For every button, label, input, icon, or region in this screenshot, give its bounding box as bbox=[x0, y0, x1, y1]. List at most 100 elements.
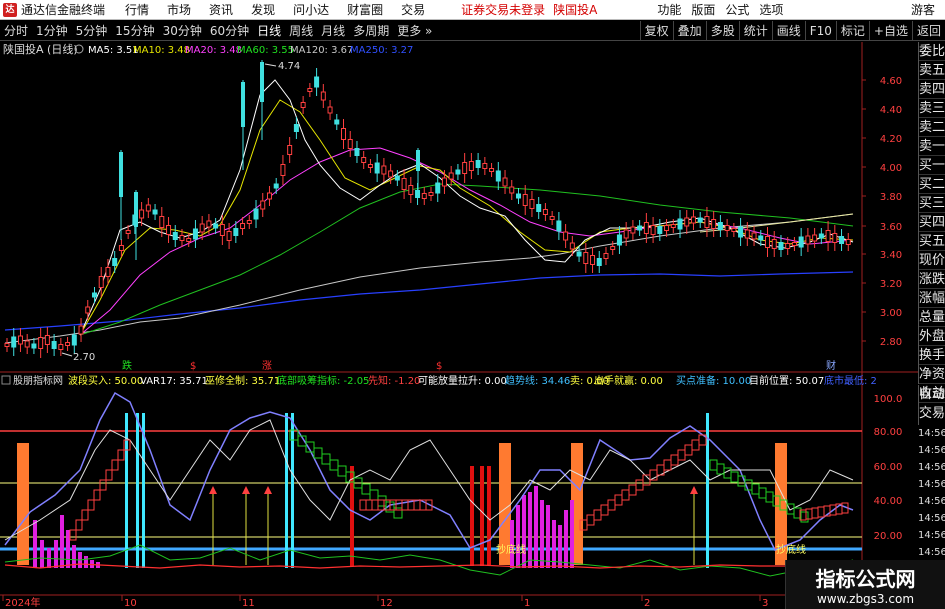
magenta-histogram-bar bbox=[570, 500, 574, 568]
candle-body bbox=[576, 251, 582, 257]
candle-body bbox=[51, 341, 57, 349]
candle-body bbox=[791, 242, 797, 246]
stair-step bbox=[758, 487, 767, 499]
stair-step bbox=[371, 499, 379, 511]
side-panel-item: 买五 bbox=[919, 234, 945, 251]
candle-body bbox=[186, 238, 192, 242]
magenta-histogram-bar bbox=[84, 556, 88, 568]
candle-body bbox=[637, 225, 643, 231]
stair-step bbox=[93, 489, 101, 501]
time-cell: 14:56 bbox=[918, 479, 945, 490]
indicator-legend-item: 趋势线: 34.46 bbox=[505, 374, 570, 387]
trade-label[interactable]: 交易 bbox=[919, 404, 945, 423]
candle-body bbox=[778, 242, 784, 250]
indicator-legend-item: 波段买入: 50.00 bbox=[68, 374, 143, 387]
red-signal-bar bbox=[480, 466, 484, 566]
candle-body bbox=[798, 236, 804, 248]
candle-body bbox=[805, 235, 811, 245]
candle-body bbox=[401, 178, 407, 190]
indicator-name[interactable]: 股朋指标网 bbox=[13, 374, 63, 387]
side-panel-item: 卖三 bbox=[919, 101, 945, 118]
side-panel-item: 买二 bbox=[919, 177, 945, 194]
stair-step bbox=[765, 491, 774, 503]
candle-body bbox=[408, 185, 414, 195]
side-panel-item: 涨跌 bbox=[919, 272, 945, 289]
candle-body bbox=[650, 225, 656, 235]
bottom-line-label-1: 抄底线 bbox=[496, 543, 526, 556]
candle-body bbox=[690, 216, 696, 224]
chart-canvas[interactable]: 陕国投A (日线) MA5: 3.51MA10: 3.48MA20: 3.48M… bbox=[0, 0, 918, 609]
indicator-legend: 波段买入: 50.00VAR17: 35.71巫修全制: 35.71底部吸筹指标… bbox=[68, 374, 877, 387]
red-signal-bar bbox=[350, 466, 354, 566]
y-tick-label: 4.40 bbox=[880, 105, 902, 116]
side-panel-item: 换手 bbox=[919, 348, 945, 365]
ma-legend-item: MA250: 3.27 bbox=[350, 45, 413, 56]
y-tick-label: 3.80 bbox=[880, 192, 902, 203]
candle-body bbox=[549, 216, 555, 220]
stair-step bbox=[365, 499, 373, 511]
candle-body bbox=[31, 343, 37, 349]
candle-body bbox=[643, 222, 649, 234]
indicator-legend-item: 巫修全制: 35.71 bbox=[205, 374, 280, 387]
side-panel-item: 买一 bbox=[919, 158, 945, 175]
ma-legend-item: MA60: 3.55 bbox=[237, 45, 294, 56]
stair-step bbox=[313, 447, 323, 459]
stair-step bbox=[628, 484, 637, 496]
stair-step bbox=[75, 519, 83, 531]
y-tick-label: 3.40 bbox=[880, 250, 902, 261]
y-tick-label: 3.20 bbox=[880, 279, 902, 290]
candle-body bbox=[441, 177, 447, 187]
time-cell: 14:56 bbox=[918, 445, 945, 456]
white-oscillator-line bbox=[4, 419, 854, 541]
magenta-histogram-bar bbox=[516, 505, 520, 568]
time-cell: 14:56 bbox=[918, 530, 945, 541]
candle-body bbox=[515, 193, 521, 199]
side-panel-item: 净资 bbox=[919, 367, 945, 384]
y-tick-label: 4.00 bbox=[880, 163, 902, 174]
magenta-histogram-bar bbox=[54, 540, 58, 568]
stair-step bbox=[614, 494, 623, 506]
side-panel-item: 买三 bbox=[919, 196, 945, 213]
candle-body bbox=[24, 340, 30, 348]
candle-body bbox=[751, 232, 757, 240]
cyan-signal-bar bbox=[136, 413, 139, 568]
indicator-legend-item: 目前位置: 50.07 bbox=[749, 374, 824, 387]
indicator-y-tick-label: 100.0 bbox=[874, 394, 903, 405]
auto-label[interactable]: 自动 bbox=[919, 385, 945, 404]
side-panel-item: 卖四 bbox=[919, 82, 945, 99]
stair-step bbox=[87, 499, 95, 511]
side-panel-item: 总量 bbox=[919, 310, 945, 327]
ma-legend-item: MA120: 3.67 bbox=[290, 45, 353, 56]
candle-body bbox=[78, 325, 84, 335]
candle-body bbox=[542, 209, 548, 215]
candle-body bbox=[825, 230, 831, 242]
candle-body bbox=[536, 204, 542, 212]
candle-body bbox=[280, 164, 286, 176]
candle-body bbox=[462, 162, 468, 174]
candle-body bbox=[684, 217, 690, 227]
candle-body bbox=[657, 226, 663, 234]
marker-rise: 涨 bbox=[262, 360, 272, 372]
magenta-histogram-bar bbox=[528, 492, 532, 568]
ma120-line bbox=[4, 213, 854, 344]
indicator-y-tick-label: 60.00 bbox=[874, 462, 903, 473]
candle-body bbox=[354, 148, 360, 156]
quote-side-panel: 委比 卖五 卖四 卖三 卖二 卖一 买一 买二 买三 买四 买五 现价 涨跌 涨幅 总量 外盘 换手 净资 收益 bbox=[918, 42, 945, 403]
ma20-line bbox=[79, 147, 854, 336]
x-axis: 2024年 10 11 12 1 2 3 bbox=[2, 595, 768, 609]
indicator-y-axis: 100.0 80.00 60.00 40.00 20.00 bbox=[874, 394, 903, 542]
candle-body bbox=[347, 139, 353, 149]
candle-body bbox=[334, 119, 340, 125]
candle-body bbox=[616, 234, 622, 246]
magenta-histogram-bar bbox=[540, 500, 544, 568]
candle-body bbox=[85, 306, 91, 314]
x-tick-label: 10 bbox=[124, 598, 137, 609]
candle-body bbox=[522, 194, 528, 206]
stair-step bbox=[329, 459, 339, 471]
stair-step bbox=[621, 489, 630, 501]
candle-body bbox=[529, 199, 535, 209]
y-tick-label: 2.80 bbox=[880, 337, 902, 348]
indicator-collapse-icon[interactable] bbox=[1, 375, 11, 385]
ma-legend-item: MA5: 3.51 bbox=[88, 45, 139, 56]
candle-body bbox=[145, 204, 151, 212]
